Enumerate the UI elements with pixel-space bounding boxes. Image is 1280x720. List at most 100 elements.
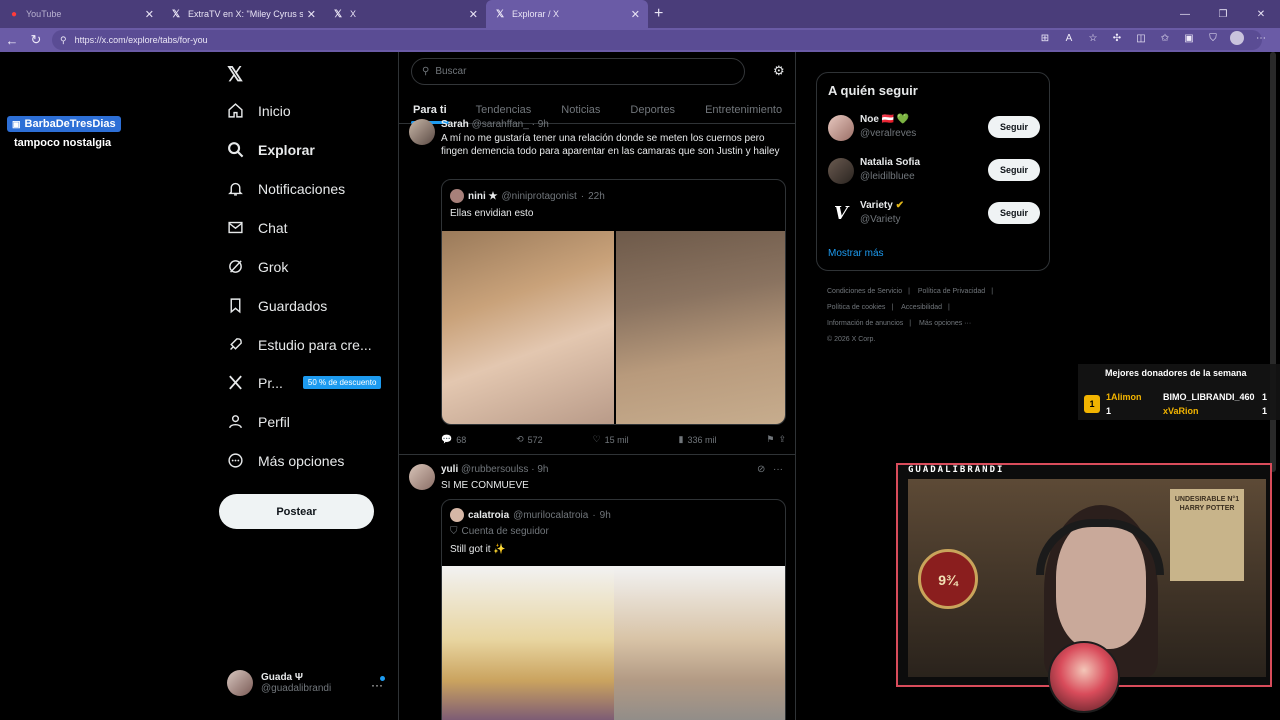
close-icon[interactable]: ✕	[145, 8, 154, 21]
nav-item-inicio[interactable]: Inicio	[227, 102, 291, 119]
post-item[interactable]: yuli @rubbersoulss · 9h ⊘ ··· SI ME CONM…	[399, 462, 795, 720]
post-author[interactable]: Sarah	[441, 119, 469, 130]
user-name-text: Variety	[860, 200, 893, 211]
footer-link[interactable]: Política de cookies	[827, 304, 885, 311]
gear-icon[interactable]: ⚙	[773, 63, 785, 79]
new-tab-button[interactable]: +	[654, 5, 663, 23]
shield-icon[interactable]: ⛉	[1206, 33, 1220, 44]
close-icon[interactable]: ✕	[469, 8, 478, 21]
back-icon[interactable]: ←	[0, 33, 24, 48]
like-count: 15 mil	[604, 434, 629, 445]
read-aloud-icon[interactable]: A	[1062, 33, 1076, 44]
donor-count: 1	[1262, 406, 1268, 416]
site-info-icon[interactable]: ⚲	[60, 35, 67, 46]
bookmark-icon: ⚑	[766, 434, 775, 444]
close-icon[interactable]: ✕	[307, 8, 316, 21]
split-screen-icon[interactable]: ◫	[1134, 33, 1148, 44]
variety-logo-icon[interactable]: V	[828, 201, 854, 227]
post-image-left[interactable]	[442, 566, 614, 720]
post-author[interactable]: yuli	[441, 464, 458, 475]
quote-time: 22h	[588, 190, 605, 202]
follow-button[interactable]: Seguir	[988, 116, 1040, 138]
favorites-icon[interactable]: ✩	[1158, 33, 1172, 44]
post-item[interactable]: Sarah @sarahffan_ · 9h A mí no me gustar…	[399, 119, 795, 455]
nav-item-mas-opciones[interactable]: Más opciones	[227, 452, 344, 469]
browser-profile-avatar[interactable]	[1230, 31, 1244, 45]
nav-item-explorar[interactable]: Explorar	[227, 141, 315, 158]
app-icon[interactable]: ⊞	[1038, 33, 1052, 44]
nav-item-premium[interactable]: Pr... 50 % de descuento	[227, 374, 382, 391]
post-handle: @rubbersoulss	[461, 464, 529, 475]
quote-time: 9h	[599, 509, 611, 521]
avatar[interactable]	[828, 158, 854, 184]
reply-button[interactable]: 💬 68	[441, 434, 466, 445]
footer-link[interactable]: Accesibilidad	[901, 304, 942, 311]
donor-count: 1	[1262, 392, 1268, 402]
x-logo-icon[interactable]: 𝕏	[227, 62, 243, 87]
browser-tab-youtube[interactable]: ● YouTube ✕	[0, 0, 162, 28]
avatar[interactable]	[828, 115, 854, 141]
nav-item-guardados[interactable]: Guardados	[227, 297, 327, 314]
collections-icon[interactable]: ▣	[1182, 33, 1196, 44]
menu-dots-icon[interactable]: ⋯	[1254, 33, 1268, 44]
nav-item-notificaciones[interactable]: Notificaciones	[227, 180, 345, 197]
footer-link[interactable]: Más opciones ···	[919, 320, 971, 327]
post-button[interactable]: Postear	[219, 494, 374, 529]
minimize-icon[interactable]: —	[1166, 9, 1204, 20]
nav-item-estudio[interactable]: Estudio para cre...	[227, 336, 372, 353]
reload-icon[interactable]: ↻	[24, 32, 48, 48]
follow-suggestion[interactable]: V Variety ✔ @Variety Seguir	[828, 199, 1040, 229]
user-name[interactable]: Variety ✔	[860, 200, 904, 211]
favorite-star-icon[interactable]: ☆	[1086, 33, 1100, 44]
quoted-post[interactable]: nini ★ @niniprotagonist · 22h Ellas envi…	[441, 179, 786, 425]
quoted-post[interactable]: calatroia @murilocalatroia · 9h ⛉ Cuenta…	[441, 499, 786, 720]
follow-suggestion[interactable]: Noe 🇦🇹 💚 @veralreves Seguir	[828, 113, 1040, 143]
nav-item-grok[interactable]: Grok	[227, 258, 288, 275]
show-more-link[interactable]: Mostrar más	[828, 248, 884, 259]
user-name[interactable]: Natalia Sofia	[860, 157, 920, 168]
follow-suggestion[interactable]: Natalia Sofia @leidilbluee Seguir	[828, 156, 1040, 186]
donor-name: BIMO_LIBRANDI_460	[1163, 392, 1255, 402]
donor-name: xVaRion	[1163, 406, 1199, 416]
repost-button[interactable]: ⟲ 572	[516, 434, 543, 445]
panel-title: A quién seguir	[828, 83, 918, 98]
address-bar-row: ← ↻ ⚲ https://x.com/explore/tabs/for-you…	[0, 28, 1280, 52]
tab-noticias[interactable]: Noticias	[546, 96, 615, 124]
footer-link[interactable]: Información de anuncios	[827, 320, 903, 327]
grok-icon[interactable]: ⊘	[757, 464, 765, 475]
account-info: Guada Ψ @guadalibrandi	[261, 672, 331, 694]
post-image-right[interactable]	[616, 231, 785, 424]
restore-icon[interactable]: ❐	[1204, 9, 1242, 20]
share-icon[interactable]: ⇪	[778, 434, 786, 445]
bookmark-button[interactable]: ⚑ ⇪	[766, 434, 786, 445]
footer-link[interactable]: Política de Privacidad	[918, 288, 985, 295]
like-button[interactable]: ♡ 15 mil	[593, 434, 629, 445]
browser-tab-explorar[interactable]: 𝕏 Explorar / X ✕	[486, 0, 648, 28]
avatar[interactable]	[409, 464, 435, 490]
follow-button[interactable]: Seguir	[988, 202, 1040, 224]
nav-item-chat[interactable]: Chat	[227, 219, 288, 236]
bell-icon	[228, 182, 243, 196]
post-image-left[interactable]	[442, 231, 614, 424]
nav-item-perfil[interactable]: Perfil	[227, 413, 290, 430]
close-window-icon[interactable]: ✕	[1242, 9, 1280, 20]
explore-feed: ⚲ Buscar ⚙ Para ti Tendencias Noticias D…	[398, 52, 796, 720]
footer-link[interactable]: Condiciones de Servicio	[827, 288, 902, 295]
close-icon[interactable]: ✕	[631, 8, 640, 21]
account-switcher[interactable]: Guada Ψ @guadalibrandi	[227, 670, 331, 696]
follow-button[interactable]: Seguir	[988, 159, 1040, 181]
extensions-icon[interactable]: ✣	[1110, 33, 1124, 44]
browser-tab-x[interactable]: 𝕏 X ✕	[324, 0, 486, 28]
tab-deportes[interactable]: Deportes	[615, 96, 690, 124]
search-input[interactable]: ⚲ Buscar	[411, 58, 745, 85]
who-to-follow-panel: A quién seguir Noe 🇦🇹 💚 @veralreves Segu…	[816, 72, 1050, 271]
avatar[interactable]	[409, 119, 435, 145]
post-image-right[interactable]	[614, 566, 785, 720]
post-more-icon[interactable]: ···	[773, 464, 783, 475]
discount-badge: 50 % de descuento	[302, 376, 382, 389]
nav-label: Notificaciones	[258, 180, 346, 197]
browser-tab-extratv[interactable]: 𝕏 ExtraTV en X: "Miley Cyrus says #l ✕	[162, 0, 324, 28]
user-name[interactable]: Noe 🇦🇹 💚	[860, 114, 909, 125]
tab-entretenimiento[interactable]: Entretenimiento	[690, 96, 795, 124]
views-button[interactable]: ▮ 336 mil	[679, 434, 717, 445]
